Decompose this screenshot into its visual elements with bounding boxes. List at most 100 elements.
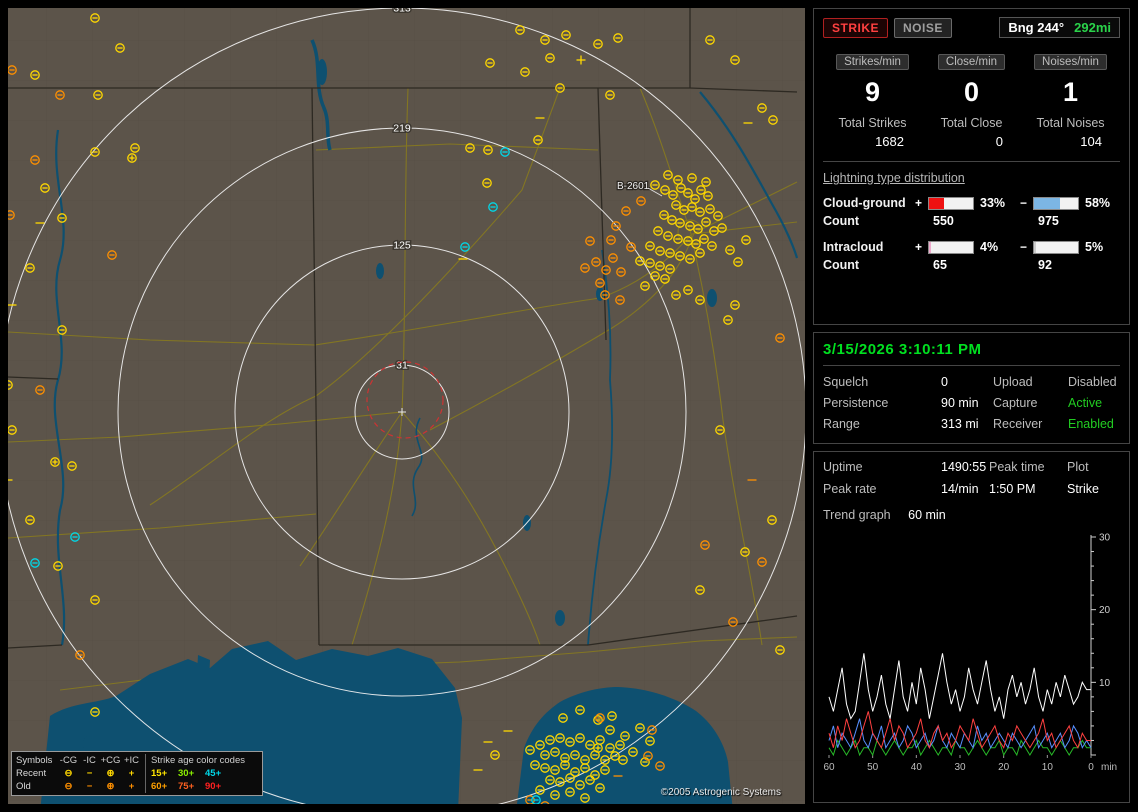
peak-time-value: 1:50 PM <box>989 482 1036 496</box>
trend-x-unit-label: min <box>1101 762 1117 773</box>
persistence-value: 90 min <box>941 396 979 410</box>
ring-distance-label: 125 <box>393 240 411 252</box>
ic-positive-bar <box>928 240 974 254</box>
trend-series-strikes <box>828 653 1091 720</box>
cg-positive-pct: 33% <box>980 196 1006 210</box>
noises-per-min-button[interactable]: Noises/min <box>1034 54 1107 70</box>
legend-recent-label: Recent <box>16 768 47 779</box>
total-noises: Total Noises 104 <box>1021 116 1120 149</box>
divider <box>823 161 1120 162</box>
ic-negative-count: 92 <box>1038 258 1052 272</box>
upload-label: Upload <box>993 375 1033 389</box>
plus-sign: + <box>915 240 923 254</box>
trend-y-tick-label: 10 <box>1099 678 1111 689</box>
plot-label: Plot <box>1067 460 1089 474</box>
ic-count-label: Count <box>823 258 860 272</box>
peak-rate-value: 14/min <box>941 482 979 496</box>
status-panel: 3/15/2026 3:10:11 PM Squelch 0 Upload Di… <box>813 332 1130 444</box>
receiver-value: Enabled <box>1068 417 1114 431</box>
cg-negative-icon: ⊖ <box>64 768 73 779</box>
session-panel: Uptime 1490:55 Peak time Plot Peak rate … <box>813 451 1130 803</box>
age-45: 45+ <box>205 768 222 779</box>
capture-label: Capture <box>993 396 1038 410</box>
plot-value: Strike <box>1067 482 1099 496</box>
total-close-label: Total Close <box>940 116 1003 130</box>
legend-age-title: Strike age color codes <box>145 754 258 767</box>
legend-col-pos-cg: +CG <box>100 755 121 766</box>
total-noises-label: Total Noises <box>1036 116 1105 130</box>
ring-distance-label: 313 <box>393 8 411 15</box>
peak-time-label: Peak time <box>989 460 1045 474</box>
ic-positive-icon: + <box>128 768 135 779</box>
age-75: 75+ <box>178 781 195 792</box>
legend-col-pos-ic: +IC <box>123 755 140 766</box>
age-60: 60+ <box>151 781 168 792</box>
trend-y-tick-label: 30 <box>1099 533 1111 544</box>
total-strikes: Total Strikes 1682 <box>823 116 922 149</box>
total-noises-value: 104 <box>1080 134 1102 149</box>
peak-rate-label: Peak rate <box>823 482 877 496</box>
trend-graph-value: 60 min <box>908 508 946 522</box>
noises-per-min-value: 1 <box>1062 77 1079 107</box>
cg-count-label: Count <box>823 214 860 228</box>
squelch-value: 0 <box>941 375 948 389</box>
receiver-label: Receiver <box>993 417 1043 431</box>
range-label: Range <box>823 417 860 431</box>
legend-col-neg-cg: -CG <box>59 755 78 766</box>
trend-y-tick-label: 20 <box>1099 605 1111 616</box>
trend-series-close <box>828 711 1091 749</box>
distribution-title: Lightning type distribution <box>823 171 965 185</box>
cg-positive-old-icon: ⊕ <box>106 781 115 792</box>
ic-positive-old-icon: + <box>128 781 135 792</box>
ic-negative-bar <box>1033 240 1079 254</box>
cg-positive-icon: ⊕ <box>106 768 115 779</box>
close-per-min-button[interactable]: Close/min <box>937 54 1006 70</box>
trend-x-tick-label: 0 <box>1088 762 1094 773</box>
copyright-text: ©2005 Astrogenic Systems <box>660 787 781 798</box>
age-90: 90+ <box>205 781 222 792</box>
cg-negative-count: 975 <box>1038 214 1059 228</box>
total-strikes-value: 1682 <box>875 134 904 149</box>
trend-x-tick-label: 60 <box>823 762 835 773</box>
cloud-ground-label: Cloud-ground <box>823 196 906 210</box>
uptime-label: Uptime <box>823 460 863 474</box>
ic-negative-pct: 5% <box>1085 240 1104 254</box>
map-canvas[interactable]: 31 125 219 313 B-2601 <box>8 8 805 804</box>
persistence-label: Persistence <box>823 396 889 410</box>
total-close-value: 0 <box>995 134 1003 149</box>
ic-negative-icon: − <box>86 768 93 779</box>
strikes-per-min-button[interactable]: Strikes/min <box>836 54 909 70</box>
map-legend: Symbols -CG -IC +CG +IC Strike age color… <box>11 751 263 796</box>
age-15: 15+ <box>151 768 168 779</box>
intracloud-label: Intracloud <box>823 240 884 254</box>
ring-distance-label: 219 <box>393 123 411 135</box>
radar-map[interactable]: 31 125 219 313 B-2601 Symbols -CG -IC +CG +… <box>8 8 805 804</box>
cg-positive-bar <box>928 196 974 210</box>
trend-x-tick-label: 50 <box>867 762 879 773</box>
trend-graph: 10 20 30 60 50 40 30 20 10 0 min <box>823 531 1120 783</box>
storm-cell-label: B-2601 <box>617 181 650 192</box>
range-value: 313 mi <box>941 417 979 431</box>
total-close: Total Close 0 <box>922 116 1021 149</box>
upload-value: Disabled <box>1068 375 1117 389</box>
bearing-range: 292mi <box>1074 20 1111 35</box>
legend-symbols-label: Symbols <box>16 755 53 766</box>
bearing-label: Bng 244° <box>1008 20 1065 35</box>
trend-x-tick-label: 20 <box>998 762 1010 773</box>
squelch-label: Squelch <box>823 375 869 389</box>
trend-graph-label: Trend graph <box>823 508 891 522</box>
ic-negative-old-icon: − <box>86 781 93 792</box>
capture-value: Active <box>1068 396 1103 410</box>
ic-positive-count: 65 <box>933 258 947 272</box>
trend-x-tick-label: 10 <box>1042 762 1054 773</box>
plus-sign: + <box>915 196 923 210</box>
total-strikes-label: Total Strikes <box>838 116 907 130</box>
cg-negative-old-icon: ⊖ <box>64 781 73 792</box>
legend-col-neg-ic: -IC <box>83 755 96 766</box>
noise-toggle-button[interactable]: NOISE <box>894 17 952 38</box>
cg-negative-pct: 58% <box>1085 196 1111 210</box>
ring-distance-label: 31 <box>396 360 408 372</box>
bearing-readout: Bng 244° 292mi <box>999 17 1120 38</box>
trend-x-tick-label: 40 <box>911 762 923 773</box>
strike-toggle-button[interactable]: STRIKE <box>823 17 889 38</box>
